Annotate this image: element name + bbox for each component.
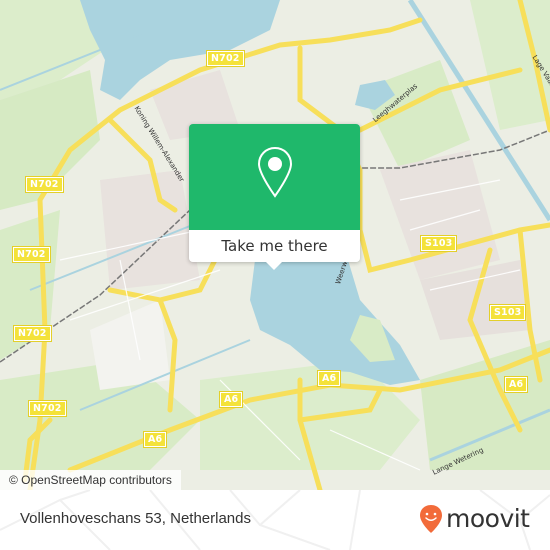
moovit-wordmark: moovit (446, 504, 530, 533)
moovit-logo[interactable]: moovit (419, 504, 530, 534)
map-pin-icon (257, 146, 293, 198)
road-shield-n702: N702 (13, 325, 52, 342)
road-shield-n702: N702 (28, 400, 67, 417)
popup-header (189, 124, 360, 230)
take-me-there-button[interactable]: Take me there (189, 230, 360, 262)
moovit-pin-icon (420, 505, 442, 533)
road-shield-a6: A6 (218, 391, 244, 408)
road-shield-a6: A6 (316, 370, 342, 387)
road-shield-a6: A6 (142, 431, 168, 448)
footer: Vollenhoveschans 53, Netherlands moovit (0, 490, 550, 550)
map-view[interactable]: N702 N702 N702 N702 N702 S103 S103 A6 A6… (0, 0, 550, 490)
road-shield-s103: S103 (488, 304, 527, 321)
location-popup: Take me there (189, 124, 360, 270)
road-shield-a6: A6 (503, 376, 529, 393)
road-shield-s103: S103 (419, 235, 458, 252)
road-shield-n702: N702 (12, 246, 51, 263)
map-attribution[interactable]: © OpenStreetMap contributors (0, 470, 181, 490)
popup-pointer (266, 262, 282, 270)
road-shield-n702: N702 (25, 176, 64, 193)
road-shield-n702: N702 (206, 50, 245, 67)
address-label: Vollenhoveschans 53, Netherlands (20, 510, 251, 527)
